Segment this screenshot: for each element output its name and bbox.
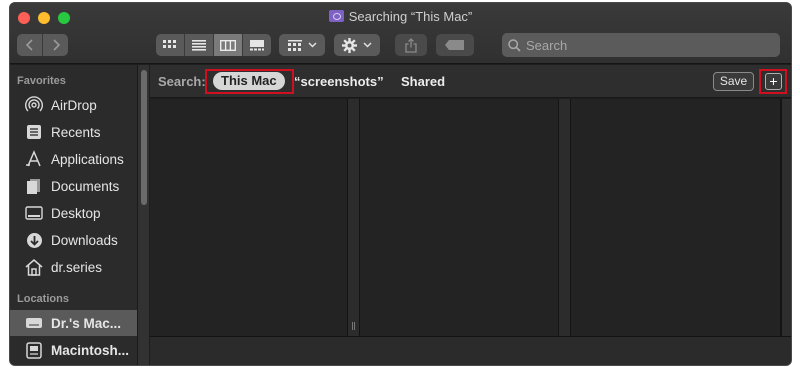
- sidebar-item-applications[interactable]: Applications: [10, 146, 137, 172]
- window-title: Searching “This Mac”: [10, 9, 791, 25]
- sidebar-item-this-mac[interactable]: Dr.'s Mac...: [10, 310, 137, 336]
- save-search-button[interactable]: Save: [713, 72, 754, 91]
- computer-icon: [24, 314, 44, 332]
- column-browser: [150, 99, 791, 336]
- sidebar-item-label: Desktop: [51, 205, 101, 221]
- finder-window: Searching “This Mac” Search Favorites Ai…: [9, 2, 792, 366]
- sidebar-item-label: Downloads: [51, 232, 118, 248]
- scope-label: Search:: [158, 74, 206, 89]
- status-bar: [150, 336, 791, 365]
- sidebar-item-downloads[interactable]: Downloads: [10, 227, 137, 253]
- highlight-box-this-mac: [205, 69, 294, 94]
- group-button[interactable]: [279, 34, 325, 56]
- search-placeholder: Search: [526, 37, 568, 53]
- recents-icon: [24, 123, 44, 141]
- grid-icon: [163, 39, 176, 48]
- browser-column[interactable]: [361, 99, 559, 336]
- action-button[interactable]: [334, 34, 380, 56]
- browser-column[interactable]: [572, 99, 781, 336]
- search-input[interactable]: Search: [502, 33, 780, 57]
- vertical-scrollbar[interactable]: [781, 99, 791, 336]
- forward-button[interactable]: [43, 34, 68, 56]
- sidebar: Favorites AirDrop Recents Applications D…: [10, 65, 149, 365]
- smart-folder-icon: [328, 10, 344, 22]
- gear-icon: [342, 37, 357, 53]
- sidebar-item-recents[interactable]: Recents: [10, 119, 137, 145]
- sidebar-scrollbar[interactable]: [137, 65, 149, 365]
- sidebar-item-documents[interactable]: Documents: [10, 173, 137, 199]
- airdrop-icon: [24, 96, 44, 114]
- sidebar-item-label: dr.series: [51, 259, 103, 275]
- search-scope-bar: Search: This Mac “screenshots” Shared Sa…: [150, 65, 791, 98]
- sidebar-item-airdrop[interactable]: AirDrop: [10, 92, 137, 118]
- disk-icon: [24, 341, 44, 359]
- sidebar-scroll-thumb[interactable]: [141, 70, 147, 205]
- sidebar-header-favorites: Favorites: [17, 75, 66, 87]
- column-resizer[interactable]: [348, 99, 360, 336]
- sidebar-item-label: Applications: [51, 151, 124, 167]
- group-icon: [287, 39, 302, 51]
- columns-icon: [220, 39, 236, 51]
- sidebar-item-home[interactable]: dr.series: [10, 254, 137, 280]
- tag-icon: [445, 40, 464, 50]
- sidebar-header-locations: Locations: [17, 293, 69, 305]
- gallery-icon: [250, 39, 264, 50]
- sidebar-item-label: Dr.'s Mac...: [51, 315, 121, 331]
- column-view-button[interactable]: [214, 34, 242, 56]
- gallery-view-button[interactable]: [243, 34, 271, 56]
- sidebar-item-label: AirDrop: [51, 97, 97, 113]
- chevron-left-icon: [25, 39, 33, 51]
- downloads-icon: [24, 231, 44, 249]
- chevron-down-icon: [307, 42, 317, 48]
- back-button[interactable]: [17, 34, 42, 56]
- list-view-button[interactable]: [185, 34, 213, 56]
- chevron-down-icon: [363, 42, 372, 48]
- window-title-text: Searching “This Mac”: [348, 9, 473, 24]
- icon-view-button[interactable]: [156, 34, 184, 56]
- applications-icon: [24, 150, 44, 168]
- titlebar: Searching “This Mac” Search: [10, 3, 791, 64]
- home-icon: [24, 258, 44, 276]
- chevron-right-icon: [52, 39, 60, 51]
- sidebar-item-macintosh-hd[interactable]: Macintosh...: [10, 337, 137, 363]
- browser-column[interactable]: [150, 99, 348, 336]
- highlight-box-add: [759, 69, 787, 94]
- search-icon: [508, 38, 521, 52]
- scope-shared-button[interactable]: Shared: [401, 74, 445, 89]
- documents-icon: [24, 177, 44, 195]
- sidebar-item-desktop[interactable]: Desktop: [10, 200, 137, 226]
- resize-handle-icon: [352, 322, 355, 330]
- view-mode-control: [156, 34, 271, 56]
- sidebar-item-label: Macintosh...: [51, 342, 130, 358]
- sidebar-item-label: Documents: [51, 178, 120, 194]
- scope-screenshots-button[interactable]: “screenshots”: [294, 74, 384, 89]
- desktop-icon: [24, 204, 44, 222]
- column-resizer[interactable]: [559, 99, 571, 336]
- sidebar-item-label: Recents: [51, 124, 101, 140]
- share-button[interactable]: [395, 34, 427, 56]
- list-icon: [192, 39, 206, 51]
- nav-buttons: [17, 34, 68, 56]
- tags-button[interactable]: [436, 34, 474, 56]
- share-icon: [405, 37, 417, 53]
